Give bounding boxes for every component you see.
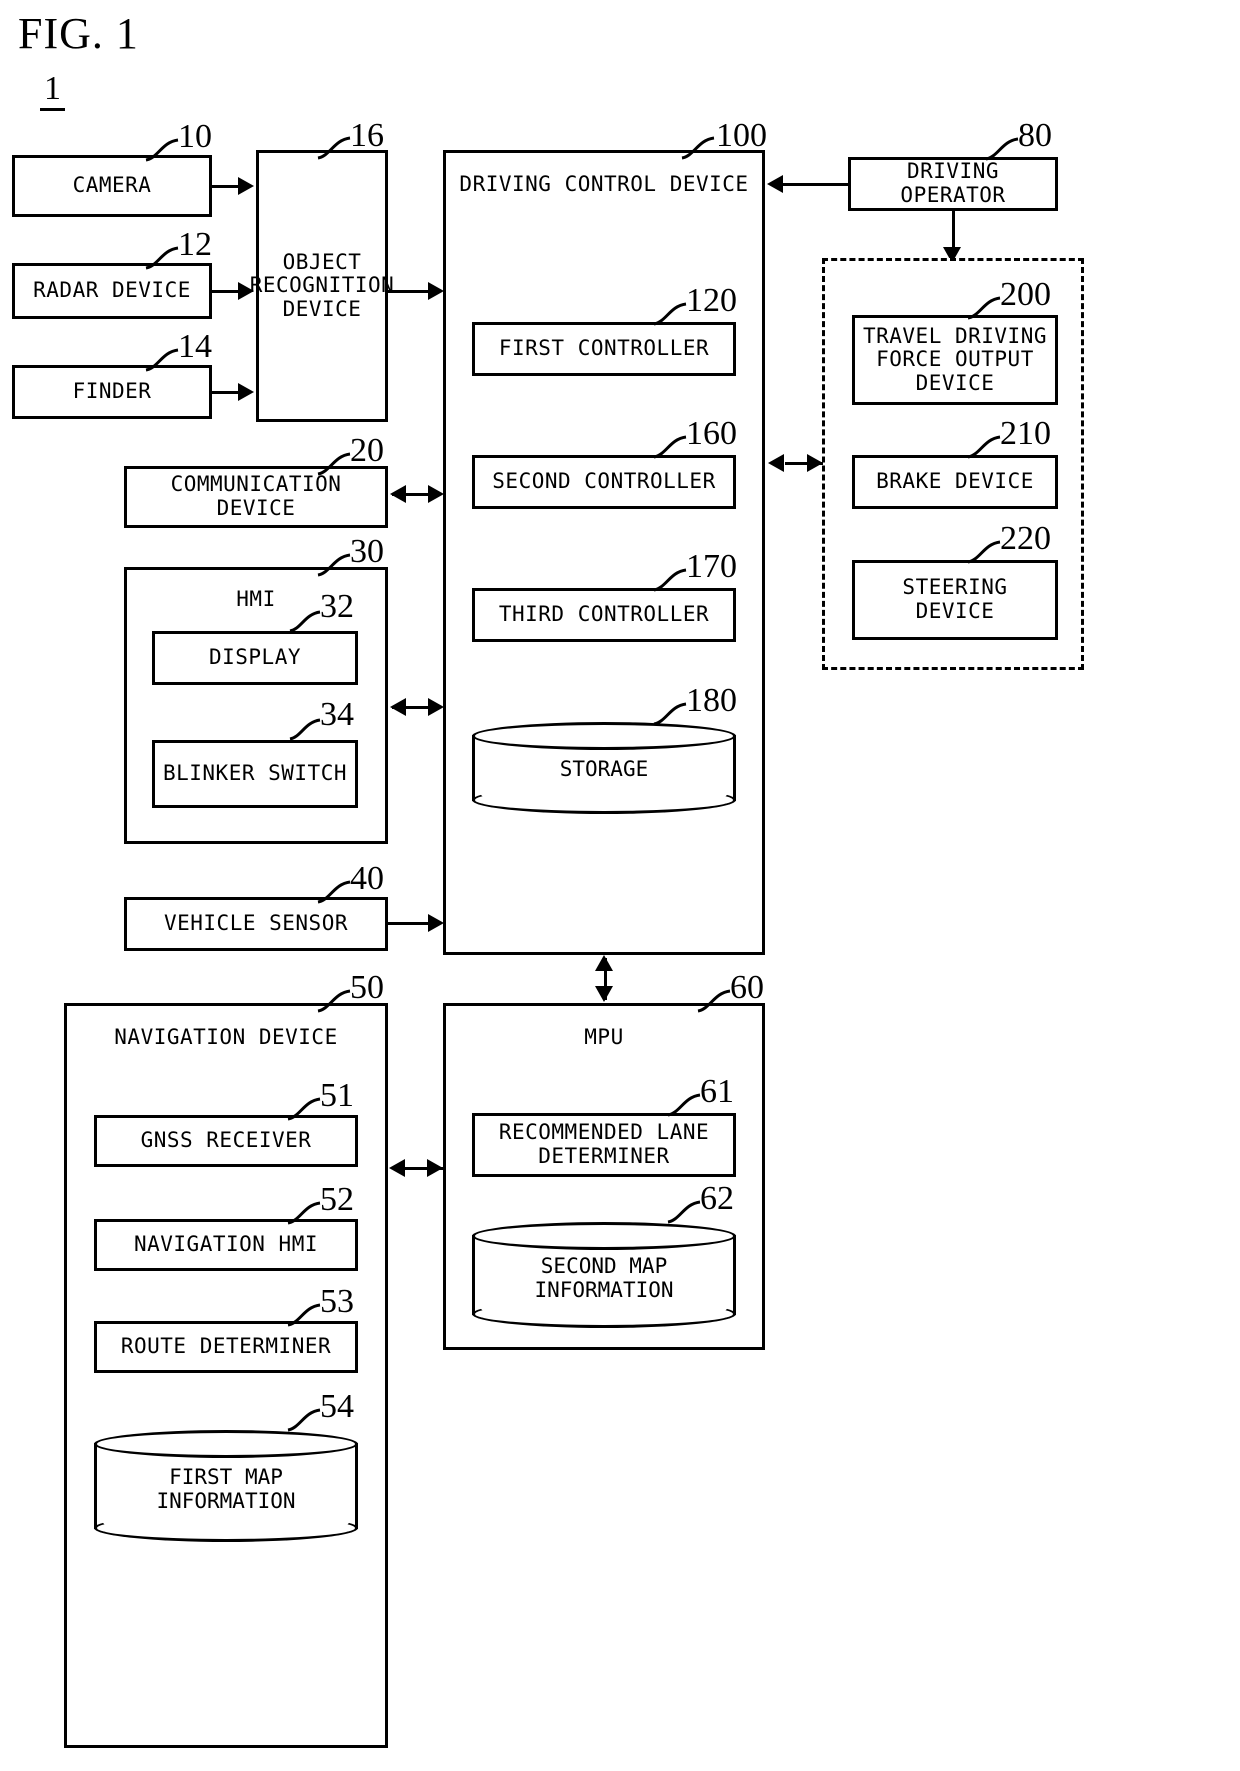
- figure-title: FIG. 1: [18, 9, 139, 58]
- arrowhead-vehicle-sensor: [428, 914, 444, 932]
- block-travel-driving-force-output-device: TRAVEL DRIVING FORCE OUTPUT DEVICE: [852, 315, 1058, 405]
- block-vehicle-sensor: VEHICLE SENSOR: [124, 897, 388, 951]
- ref-hmi: 30: [350, 533, 384, 570]
- arrowhead-operator-to-driving-control: [767, 175, 783, 193]
- block-second-map-information: SECOND MAP INFORMATION: [472, 1222, 736, 1328]
- block-display: DISPLAY: [152, 631, 358, 685]
- storage-cylinder-bottom: [472, 786, 736, 814]
- arrowhead-recognition-to-driving-control: [428, 282, 444, 300]
- block-storage-label: STORAGE: [559, 757, 649, 782]
- ref-storage: 180: [686, 682, 737, 719]
- block-first-map-information-label: FIRST MAP INFORMATION: [156, 1465, 296, 1513]
- block-brake-device: BRAKE DEVICE: [852, 455, 1058, 509]
- block-steering-device: STEERING DEVICE: [852, 560, 1058, 640]
- arrowhead-navigation-mpu-right: [427, 1159, 443, 1177]
- arrowhead-communication-right: [428, 485, 444, 503]
- ref-steering-device: 220: [1000, 520, 1051, 557]
- arrowhead-hmi-left: [390, 698, 406, 716]
- ref-navigation-device: 50: [350, 969, 384, 1006]
- block-blinker-switch: BLINKER SWITCH: [152, 740, 358, 808]
- arrowhead-navigation-mpu-left: [389, 1159, 405, 1177]
- block-mpu-title: MPU: [584, 1025, 624, 1049]
- ref-object-recognition-device: 16: [350, 117, 384, 154]
- arrowhead-mpu-down: [595, 986, 613, 1002]
- block-driving-operator: DRIVING OPERATOR: [848, 157, 1058, 211]
- block-radar-device: RADAR DEVICE: [12, 263, 212, 319]
- arrowhead-hmi-right: [428, 698, 444, 716]
- block-object-recognition-device: OBJECT RECOGNITION DEVICE: [250, 150, 394, 422]
- ref-communication-device: 20: [350, 432, 384, 469]
- ref-vehicle-sensor: 40: [350, 860, 384, 897]
- connector-camera-to-recognition: [212, 185, 240, 188]
- ref-first-map-information: 54: [320, 1388, 354, 1425]
- block-camera: CAMERA: [12, 155, 212, 217]
- ref-brake-device: 210: [1000, 415, 1051, 452]
- ref-driving-operator: 80: [1018, 117, 1052, 154]
- ref-radar-device: 12: [178, 226, 212, 263]
- connector-operator-to-driving-control: [783, 183, 848, 186]
- ref-recommended-lane-determiner: 61: [700, 1073, 734, 1110]
- ref-mpu: 60: [730, 969, 764, 1006]
- second-map-cylinder-top: [472, 1222, 736, 1250]
- ref-third-controller: 170: [686, 548, 737, 585]
- ref-blinker-switch: 34: [320, 696, 354, 733]
- block-first-controller: FIRST CONTROLLER: [472, 322, 736, 376]
- block-finder: FINDER: [12, 365, 212, 419]
- ref-travel-driving-force-output-device: 200: [1000, 276, 1051, 313]
- first-map-cylinder-bottom: [94, 1514, 358, 1542]
- block-driving-control-device-title: DRIVING CONTROL DEVICE: [459, 172, 749, 196]
- block-second-map-information-label: SECOND MAP INFORMATION: [534, 1254, 674, 1302]
- arrowhead-actuators-left: [768, 454, 784, 472]
- first-map-cylinder-top: [94, 1430, 358, 1458]
- second-map-cylinder-bottom: [472, 1300, 736, 1328]
- ref-second-controller: 160: [686, 415, 737, 452]
- storage-cylinder-top: [472, 722, 736, 750]
- block-gnss-receiver: GNSS RECEIVER: [94, 1115, 358, 1167]
- arrowhead-actuators-right: [807, 454, 823, 472]
- block-recommended-lane-determiner: RECOMMENDED LANE DETERMINER: [472, 1113, 736, 1177]
- block-third-controller: THIRD CONTROLLER: [472, 588, 736, 642]
- block-communication-device: COMMUNICATION DEVICE: [124, 466, 388, 528]
- arrowhead-camera-to-recognition: [238, 177, 254, 195]
- ref-second-map-information: 62: [700, 1180, 734, 1217]
- block-second-controller: SECOND CONTROLLER: [472, 455, 736, 509]
- ref-camera: 10: [178, 118, 212, 155]
- ref-display: 32: [320, 588, 354, 625]
- arrowhead-finder-to-recognition: [238, 383, 254, 401]
- patent-figure-page: FIG. 1 1 CAMERA 10 RADAR DEVICE 12 FINDE…: [0, 0, 1240, 1771]
- ref-navigation-hmi: 52: [320, 1181, 354, 1218]
- system-reference-number: 1: [40, 72, 65, 111]
- block-storage: STORAGE: [472, 722, 736, 814]
- ref-route-determiner: 53: [320, 1283, 354, 1320]
- arrowhead-communication-left: [390, 485, 406, 503]
- arrowhead-mpu-up: [595, 955, 613, 971]
- block-navigation-device-title: NAVIGATION DEVICE: [114, 1025, 338, 1049]
- ref-driving-control-device: 100: [716, 117, 767, 154]
- block-route-determiner: ROUTE DETERMINER: [94, 1321, 358, 1373]
- ref-first-controller: 120: [686, 282, 737, 319]
- block-navigation-hmi: NAVIGATION HMI: [94, 1219, 358, 1271]
- arrowhead-radar-to-recognition: [238, 282, 254, 300]
- connector-finder-to-recognition: [212, 391, 240, 394]
- ref-gnss-receiver: 51: [320, 1077, 354, 1114]
- block-first-map-information: FIRST MAP INFORMATION: [94, 1430, 358, 1542]
- connector-radar-to-recognition: [212, 290, 240, 293]
- ref-finder: 14: [178, 328, 212, 365]
